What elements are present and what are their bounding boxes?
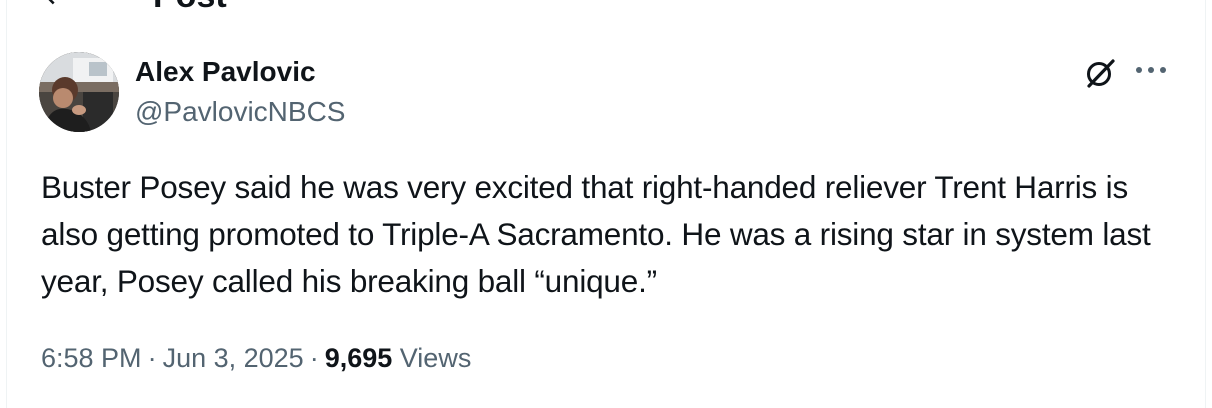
post-detail-panel: Post Alex Pavlovic @PavlovicNBCS (6, 0, 1206, 408)
avatar-photo (39, 52, 119, 132)
avatar[interactable] (39, 52, 119, 132)
separator: · (309, 343, 319, 373)
views-label: Views (399, 343, 472, 373)
more-options-button[interactable] (1131, 56, 1171, 86)
post-metadata: 6:58 PM · Jun 3, 2025 · 9,695 Views (41, 340, 471, 376)
arrow-left-icon (48, 0, 55, 5)
post-date-link[interactable]: Jun 3, 2025 (163, 343, 304, 373)
post-text: Buster Posey said he was very excited th… (41, 169, 1151, 299)
separator: · (147, 343, 157, 373)
author-name[interactable]: Alex Pavlovic (135, 56, 316, 88)
more-horizontal-icon (1136, 67, 1166, 73)
back-button[interactable] (37, 0, 71, 12)
page-title: Post (153, 0, 227, 16)
grok-icon (1087, 59, 1115, 88)
views-count: 9,695 (324, 343, 393, 373)
author-handle[interactable]: @PavlovicNBCS (135, 96, 345, 128)
post-header: Post (7, 0, 1205, 16)
grok-button[interactable] (1083, 56, 1117, 90)
post-time-link[interactable]: 6:58 PM (41, 343, 142, 373)
